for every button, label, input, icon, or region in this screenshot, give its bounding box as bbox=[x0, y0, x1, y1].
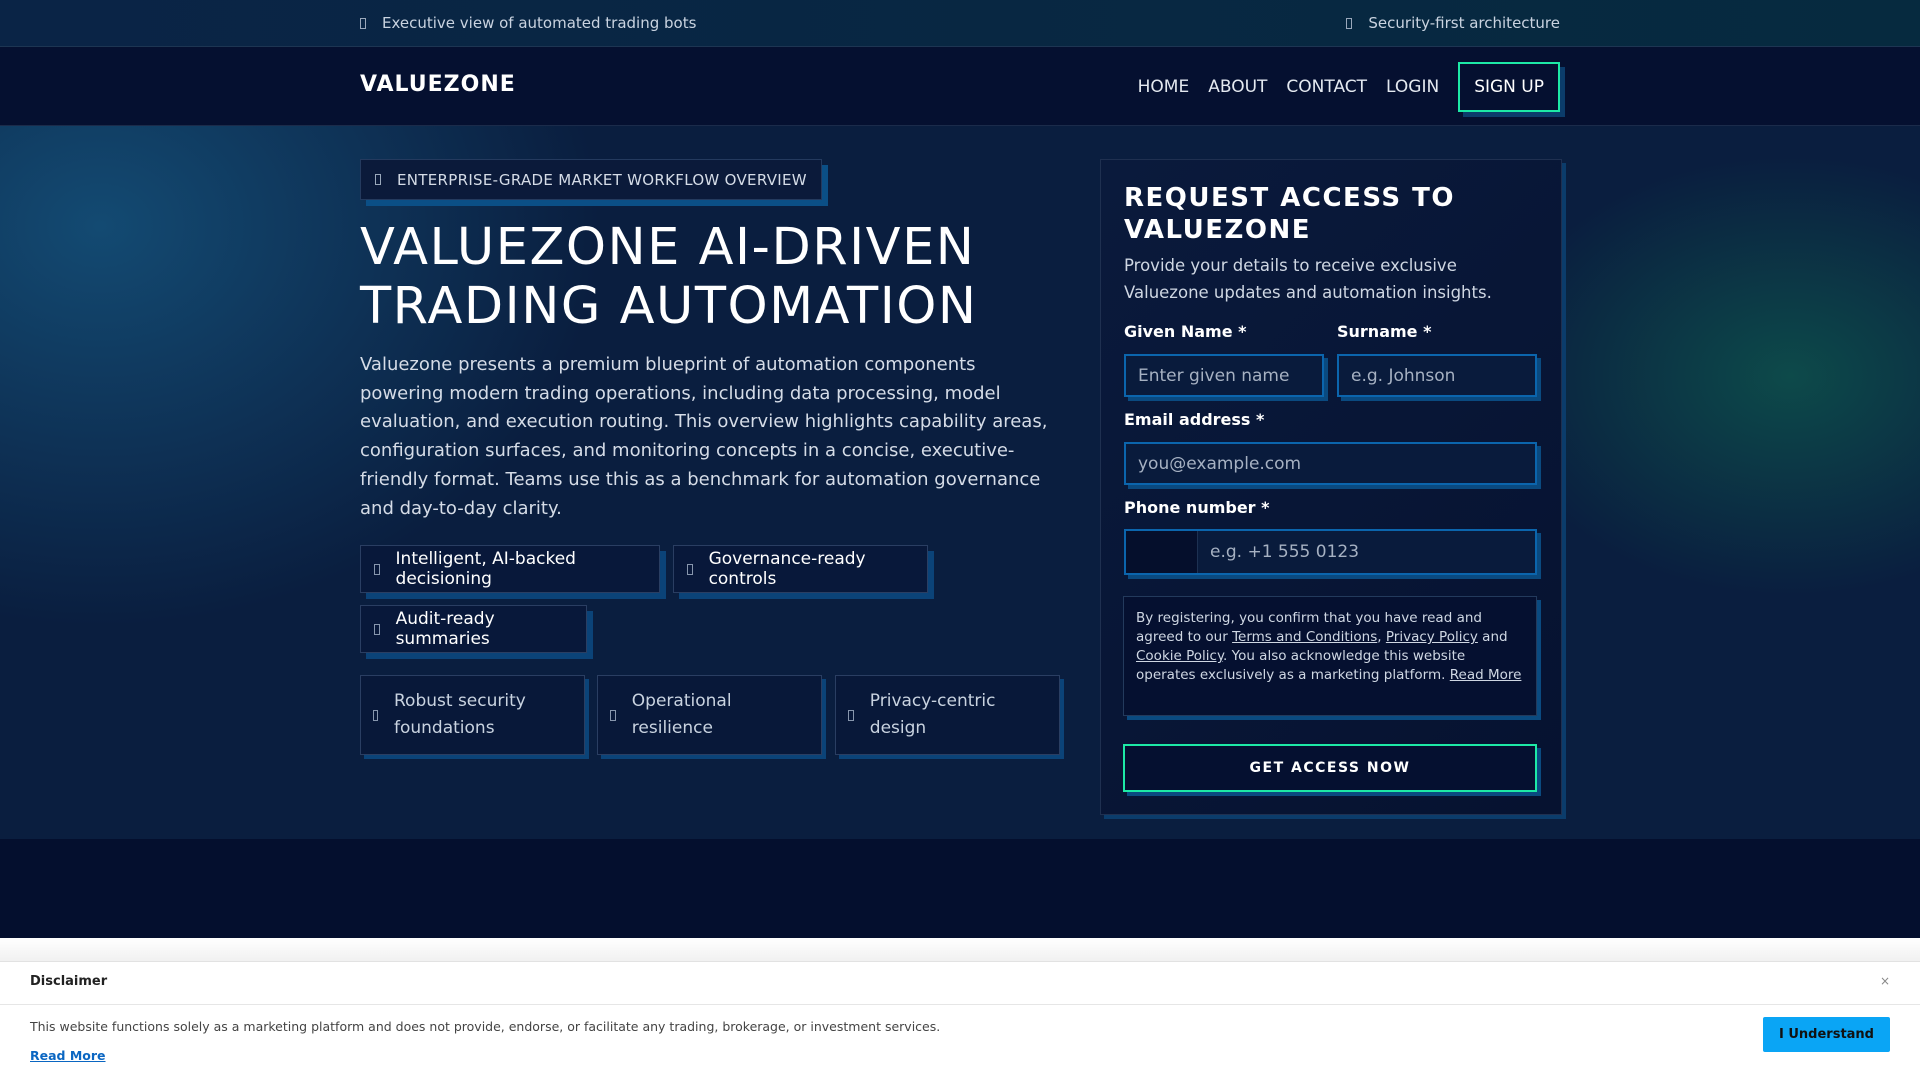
badge-text: ENTERPRISE-GRADE MARKET WORKFLOW OVERVIE… bbox=[397, 170, 807, 189]
card-label: Robust security foundations bbox=[394, 691, 526, 738]
disclaimer-title: Disclaimer bbox=[30, 974, 108, 989]
read-more-link[interactable]: Read More bbox=[1450, 667, 1522, 683]
country-code-select[interactable] bbox=[1126, 531, 1198, 573]
consent-text: By registering, you confirm that you hav… bbox=[1123, 596, 1537, 716]
email-label: Email address * bbox=[1124, 410, 1265, 429]
divider bbox=[0, 1004, 1920, 1005]
brain-icon bbox=[374, 563, 380, 575]
disclaimer-text: This website functions solely as a marke… bbox=[30, 1019, 941, 1034]
badge-icon bbox=[375, 174, 381, 185]
phone-placeholder: e.g. +1 555 0123 bbox=[1210, 542, 1360, 562]
privacy-link[interactable]: Privacy Policy bbox=[1386, 629, 1478, 645]
hero-title: VALUEZONE AI-DRIVEN TRADING AUTOMATION bbox=[360, 218, 978, 336]
audit-icon bbox=[374, 623, 380, 635]
pill-label: Intelligent, AI-backed decisioning bbox=[395, 549, 576, 589]
card-label: Operational resilience bbox=[631, 691, 732, 738]
top-info-bar: Executive view of automated trading bots… bbox=[0, 0, 1920, 47]
surname-input[interactable]: e.g. Johnson bbox=[1337, 354, 1537, 397]
feature-card: Robust security foundations bbox=[360, 675, 585, 755]
signup-button[interactable]: SIGN UP bbox=[1458, 62, 1560, 112]
nav-home[interactable]: HOME bbox=[1138, 77, 1190, 97]
phone-input[interactable]: e.g. +1 555 0123 bbox=[1124, 529, 1537, 575]
gear-icon bbox=[610, 709, 616, 721]
given-name-label: Given Name * bbox=[1124, 322, 1247, 341]
disclaimer-read-more[interactable]: Read More bbox=[30, 1048, 106, 1063]
form-description: Provide your details to receive exclusiv… bbox=[1124, 256, 1492, 302]
topbar-left-text: Executive view of automated trading bots bbox=[382, 14, 697, 32]
i-understand-button[interactable]: I Understand bbox=[1763, 1017, 1890, 1052]
hero-paragraph: Valuezone presents a premium blueprint o… bbox=[360, 354, 1048, 519]
controls-icon bbox=[687, 563, 693, 575]
terms-link[interactable]: Terms and Conditions bbox=[1232, 629, 1377, 645]
surname-label: Surname * bbox=[1337, 322, 1432, 341]
feature-pill: Intelligent, AI-backed decisioning bbox=[360, 545, 660, 593]
close-icon[interactable]: × bbox=[1880, 974, 1890, 988]
card-label: Privacy-centric design bbox=[869, 691, 996, 738]
shield-icon bbox=[1346, 18, 1353, 29]
feature-card: Privacy-centric design bbox=[835, 675, 1060, 755]
hero-section: ENTERPRISE-GRADE MARKET WORKFLOW OVERVIE… bbox=[0, 126, 1920, 839]
main-nav: VALUEZONE HOME ABOUT CONTACT LOGIN SIGN … bbox=[0, 47, 1920, 126]
feature-pill: Governance-ready controls bbox=[673, 545, 928, 593]
phone-label: Phone number * bbox=[1124, 498, 1270, 517]
disclaimer-banner: Disclaimer × This website functions sole… bbox=[0, 962, 1920, 1080]
nav-contact[interactable]: CONTACT bbox=[1286, 77, 1367, 97]
consent-part: and bbox=[1477, 629, 1508, 645]
nav-about[interactable]: ABOUT bbox=[1208, 77, 1267, 97]
get-access-button[interactable]: GET ACCESS NOW bbox=[1123, 744, 1537, 792]
nav-login[interactable]: LOGIN bbox=[1386, 77, 1439, 97]
pill-label: Audit-ready summaries bbox=[395, 609, 495, 649]
footer-band bbox=[0, 839, 1920, 938]
email-input[interactable]: you@example.com bbox=[1124, 442, 1537, 485]
pill-label: Governance-ready controls bbox=[708, 549, 866, 589]
access-form: REQUEST ACCESS TO VALUEZONE Provide your… bbox=[1100, 159, 1562, 815]
cookie-link[interactable]: Cookie Policy bbox=[1136, 648, 1223, 664]
feature-card: Operational resilience bbox=[597, 675, 822, 755]
consent-part: , bbox=[1377, 629, 1386, 645]
bot-icon bbox=[360, 18, 366, 29]
given-name-input[interactable]: Enter given name bbox=[1124, 354, 1324, 397]
topbar-right-text: Security-first architecture bbox=[1368, 14, 1560, 32]
logo[interactable]: VALUEZONE bbox=[360, 72, 516, 97]
privacy-icon bbox=[848, 709, 854, 721]
divider bbox=[0, 938, 1920, 962]
form-title: REQUEST ACCESS TO VALUEZONE bbox=[1124, 183, 1455, 245]
lock-icon bbox=[373, 709, 378, 721]
hero-badge: ENTERPRISE-GRADE MARKET WORKFLOW OVERVIE… bbox=[360, 159, 822, 200]
feature-pill: Audit-ready summaries bbox=[360, 605, 587, 653]
